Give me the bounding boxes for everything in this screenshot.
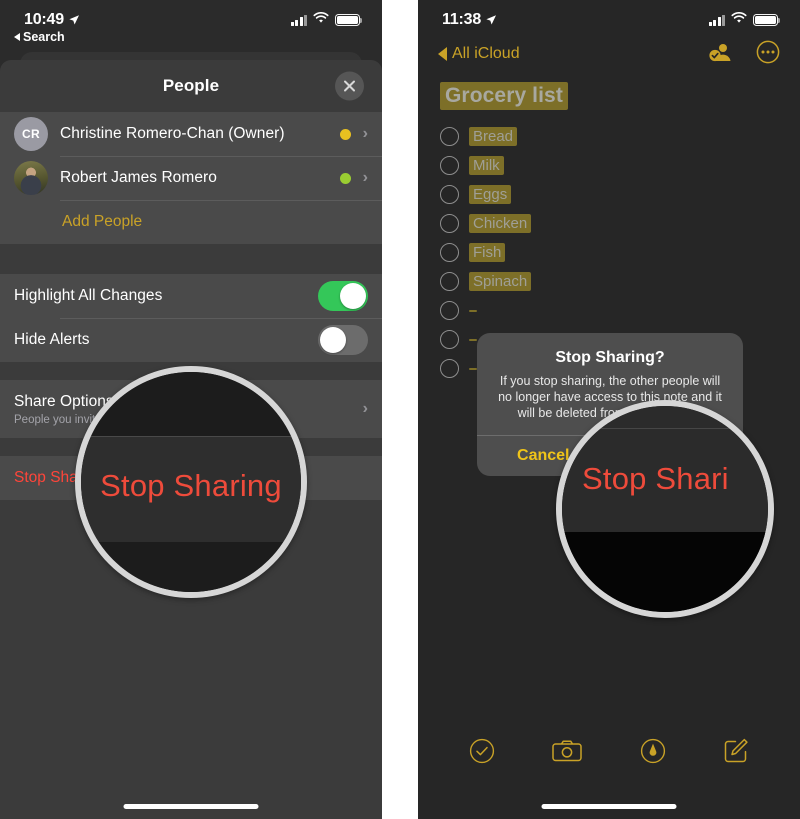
magnified-stop-sharing-label: Stop Shari <box>582 461 729 496</box>
battery-full-icon <box>753 14 781 26</box>
back-to-all-icloud-button[interactable]: All iCloud <box>438 45 520 63</box>
options-list-group: Highlight All Changes Hide Alerts <box>0 274 382 362</box>
add-people-label: Add People <box>62 213 143 230</box>
back-to-search-crumb[interactable]: Search <box>14 30 65 44</box>
chevron-right-icon: › <box>362 169 368 186</box>
page-title: People <box>162 76 220 95</box>
notes-navigation-bar: All iCloud <box>418 34 800 74</box>
status-bar-indicators <box>708 11 781 29</box>
list-item-label: Spinach <box>469 272 532 291</box>
list-item-label: Eggs <box>469 185 512 204</box>
chevron-right-icon: › <box>362 400 368 417</box>
status-bar-indicators <box>290 11 363 29</box>
magnified-stop-sharing-label: Stop Sharing <box>100 468 282 503</box>
notes-bottom-toolbar <box>418 727 800 775</box>
person-name: Christine Romero-Chan (Owner) <box>60 125 285 142</box>
close-x-icon <box>343 80 356 93</box>
people-list-group: CR Christine Romero-Chan (Owner) › Rober… <box>0 112 382 244</box>
battery-full-icon <box>335 14 363 26</box>
checkbox-circle-icon[interactable] <box>440 301 459 320</box>
left-status-bar: 10:49 <box>0 0 382 34</box>
list-item[interactable] <box>418 296 800 325</box>
list-item-label <box>469 367 477 370</box>
magnifier-content: Stop Shari <box>562 406 768 612</box>
note-title[interactable]: Grocery list <box>440 82 568 110</box>
home-indicator <box>541 804 677 809</box>
checklist-circle-icon[interactable] <box>469 738 495 764</box>
avatar: CR <box>14 117 48 151</box>
location-arrow-icon <box>68 13 80 25</box>
person-name: Robert James Romero <box>60 169 217 186</box>
person-checkmark-icon[interactable] <box>708 41 734 68</box>
checkbox-circle-icon[interactable] <box>440 214 459 233</box>
list-item[interactable]: Eggs <box>418 180 800 209</box>
status-badge <box>339 172 351 184</box>
wifi-icon <box>731 11 747 29</box>
camera-icon[interactable] <box>552 739 582 763</box>
avatar <box>14 161 48 195</box>
table-row[interactable]: CR Christine Romero-Chan (Owner) › <box>0 112 382 156</box>
list-item-label <box>469 309 477 312</box>
list-item-label: Fish <box>469 243 506 262</box>
compose-icon[interactable] <box>723 738 749 764</box>
section-gap <box>0 244 382 274</box>
right-status-bar: 11:38 <box>418 0 800 34</box>
checkbox-circle-icon[interactable] <box>440 185 459 204</box>
status-bar-time: 10:49 <box>24 11 64 28</box>
checkbox-circle-icon[interactable] <box>440 359 459 378</box>
table-row[interactable]: Robert James Romero › <box>0 156 382 200</box>
wifi-icon <box>313 11 329 29</box>
status-bar-time: 11:38 <box>442 11 482 28</box>
status-badge <box>339 128 351 140</box>
alert-title: Stop Sharing? <box>555 349 665 366</box>
list-item-label: Chicken <box>469 214 532 233</box>
list-item-label <box>469 338 477 341</box>
chevron-left-icon <box>438 47 447 61</box>
hide-alerts-label: Hide Alerts <box>14 331 90 348</box>
markup-pen-circle-icon[interactable] <box>640 738 666 764</box>
toggle-knob <box>320 327 346 353</box>
checkbox-circle-icon[interactable] <box>440 127 459 146</box>
back-triangle-icon <box>14 33 20 41</box>
checkbox-circle-icon[interactable] <box>440 243 459 262</box>
magnifier-content: Stop Sharing <box>81 372 301 592</box>
note-title-wrap: Grocery list <box>418 74 800 116</box>
list-item[interactable]: Chicken <box>418 209 800 238</box>
list-item[interactable]: Spinach <box>418 267 800 296</box>
magnifier-callout-left: Stop Sharing <box>75 366 307 598</box>
hide-alerts-row[interactable]: Hide Alerts <box>0 318 382 362</box>
add-people-button[interactable]: Add People <box>0 200 382 244</box>
back-crumb-label: Search <box>23 30 65 44</box>
list-item[interactable]: Milk <box>418 151 800 180</box>
ellipsis-circle-icon[interactable] <box>756 40 780 69</box>
highlight-all-changes-label: Highlight All Changes <box>14 287 163 304</box>
home-indicator <box>123 804 259 809</box>
checkbox-circle-icon[interactable] <box>440 272 459 291</box>
close-button[interactable] <box>335 71 364 101</box>
list-item-label: Milk <box>469 156 504 175</box>
nav-actions <box>708 40 780 69</box>
list-item[interactable]: Bread <box>418 122 800 151</box>
hide-alerts-toggle[interactable] <box>318 325 368 355</box>
cellular-bars-icon <box>708 14 725 26</box>
status-bar-time-group: 10:49 <box>24 11 80 29</box>
magnifier-callout-right: Stop Shari <box>556 400 774 618</box>
screenshot-stage: 10:49 Search People CR Christine Romero-… <box>0 0 800 819</box>
chevron-right-icon: › <box>362 125 368 142</box>
location-arrow-icon <box>485 13 497 25</box>
list-item-label: Bread <box>469 127 518 146</box>
highlight-all-changes-toggle[interactable] <box>318 281 368 311</box>
sheet-header: People <box>0 60 382 112</box>
checkbox-circle-icon[interactable] <box>440 156 459 175</box>
checkbox-circle-icon[interactable] <box>440 330 459 349</box>
highlight-all-changes-row[interactable]: Highlight All Changes <box>0 274 382 318</box>
status-bar-time-group: 11:38 <box>442 11 497 29</box>
list-item[interactable]: Fish <box>418 238 800 267</box>
toggle-knob <box>340 283 366 309</box>
cellular-bars-icon <box>290 14 307 26</box>
back-label: All iCloud <box>452 45 520 62</box>
